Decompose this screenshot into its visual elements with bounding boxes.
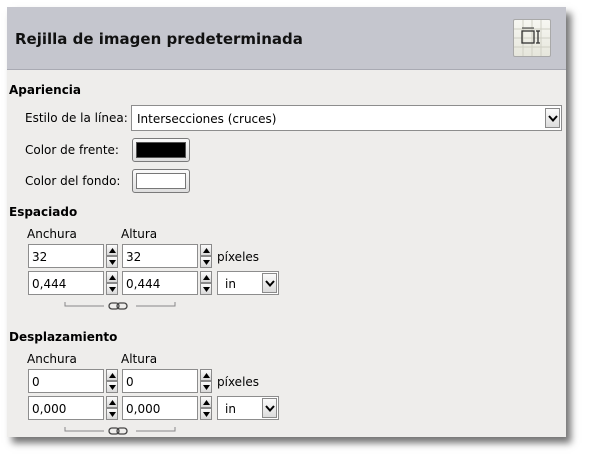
offset-height-px-stepper[interactable]	[200, 369, 212, 393]
page-title: Rejilla de imagen predeterminada	[15, 30, 303, 48]
spin-up-icon[interactable]	[200, 271, 212, 283]
bg-color-button[interactable]	[132, 169, 190, 193]
chevron-down-icon[interactable]	[262, 273, 277, 293]
spacing-width-px-stepper[interactable]	[106, 244, 118, 268]
offset-unit-select[interactable]: in	[217, 396, 279, 420]
spin-up-icon[interactable]	[200, 244, 212, 256]
spin-down-icon[interactable]	[106, 283, 118, 295]
appearance-section-title: Apariencia	[9, 83, 82, 97]
offset-width-unit-input[interactable]: 0,000	[28, 396, 104, 420]
spin-down-icon[interactable]	[200, 381, 212, 393]
spin-down-icon[interactable]	[106, 408, 118, 420]
spacing-width-unit-stepper[interactable]	[106, 271, 118, 295]
line-style-value: Intersecciones (cruces)	[137, 112, 277, 126]
line-style-select[interactable]: Intersecciones (cruces)	[131, 105, 562, 131]
spin-up-icon[interactable]	[200, 396, 212, 408]
chain-link-icon[interactable]	[64, 300, 176, 312]
spacing-width-unit-input[interactable]: 0,444	[28, 271, 104, 295]
offset-height-unit-input[interactable]: 0,000	[122, 396, 198, 420]
spin-up-icon[interactable]	[106, 369, 118, 381]
spin-down-icon[interactable]	[106, 256, 118, 268]
offset-width-label: Anchura	[27, 352, 77, 366]
spin-down-icon[interactable]	[106, 381, 118, 393]
offset-height-label: Altura	[121, 352, 158, 366]
offset-width-px-input[interactable]: 0	[28, 369, 104, 393]
spacing-height-unit-input[interactable]: 0,444	[122, 271, 198, 295]
spin-down-icon[interactable]	[200, 256, 212, 268]
offset-width-px-stepper[interactable]	[106, 369, 118, 393]
spacing-height-unit-stepper[interactable]	[200, 271, 212, 295]
fg-color-button[interactable]	[132, 138, 190, 162]
spin-up-icon[interactable]	[106, 396, 118, 408]
bg-color-label: Color del fondo:	[25, 174, 121, 188]
spacing-px-unit-label: píxeles	[217, 250, 260, 264]
spacing-height-px-stepper[interactable]	[200, 244, 212, 268]
spin-up-icon[interactable]	[106, 244, 118, 256]
spacing-unit-select[interactable]: in	[217, 271, 279, 295]
spin-down-icon[interactable]	[200, 283, 212, 295]
spin-up-icon[interactable]	[106, 271, 118, 283]
line-style-label: Estilo de la línea:	[25, 111, 128, 125]
grid-icon	[513, 19, 551, 57]
grid-preferences-panel: Rejilla de imagen predeterminada Aparien…	[7, 7, 566, 437]
fg-color-label: Color de frente:	[25, 143, 119, 157]
offset-height-px-input[interactable]: 0	[122, 369, 198, 393]
offset-height-unit-stepper[interactable]	[200, 396, 212, 420]
panel-header: Rejilla de imagen predeterminada	[7, 7, 566, 70]
offset-width-unit-stepper[interactable]	[106, 396, 118, 420]
chain-link-icon[interactable]	[64, 425, 176, 437]
chevron-down-icon[interactable]	[262, 398, 277, 418]
spin-down-icon[interactable]	[200, 408, 212, 420]
offset-px-unit-label: píxeles	[217, 375, 260, 389]
chevron-down-icon[interactable]	[545, 108, 560, 128]
fg-color-swatch	[136, 142, 186, 158]
spin-up-icon[interactable]	[200, 369, 212, 381]
offset-section-title: Desplazamiento	[9, 330, 118, 344]
spacing-section-title: Espaciado	[9, 205, 78, 219]
spacing-width-label: Anchura	[27, 227, 77, 241]
spacing-width-px-input[interactable]: 32	[28, 244, 104, 268]
spacing-height-label: Altura	[121, 227, 158, 241]
bg-color-swatch	[136, 173, 186, 189]
spacing-height-px-input[interactable]: 32	[122, 244, 198, 268]
